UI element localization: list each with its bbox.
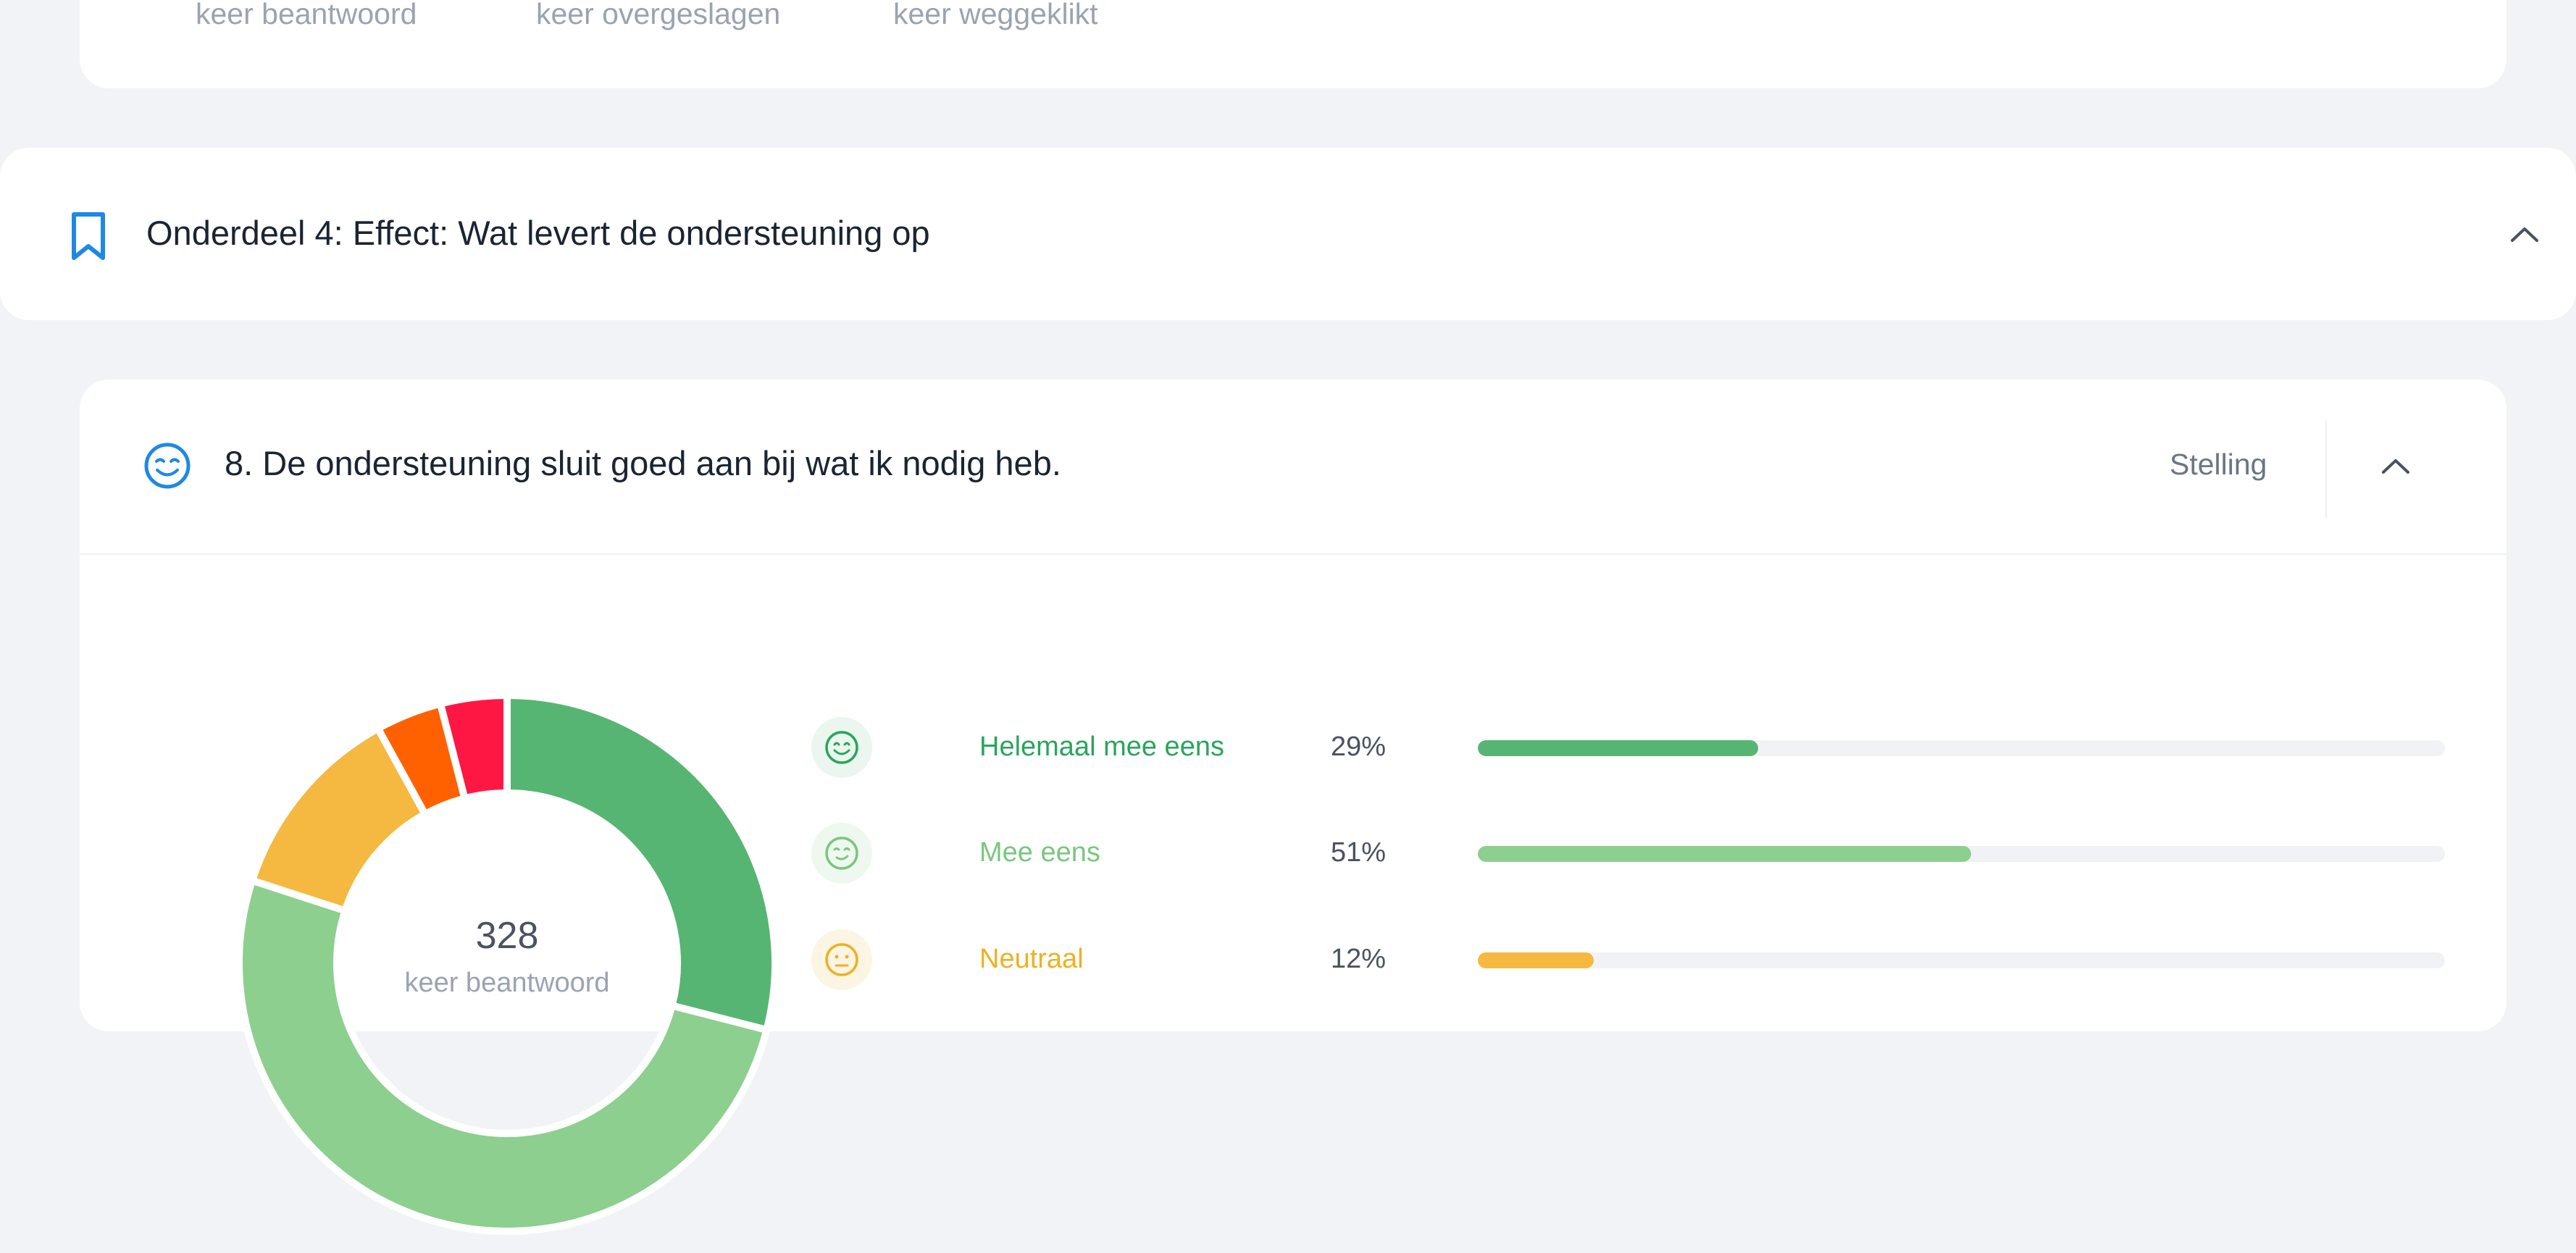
section-title: Onderdeel 4: Effect: Wat levert de onder… <box>146 214 930 252</box>
answer-bar-fill <box>1478 846 1971 862</box>
answer-bar-track <box>1478 952 2445 968</box>
answer-row: Neutraal 12% <box>811 929 2449 994</box>
chevron-up-icon[interactable] <box>2508 223 2541 245</box>
answer-row: Mee eens 51% <box>811 823 2449 888</box>
donut-center-label: keer beantwoord <box>404 968 610 998</box>
answer-label: Neutraal <box>979 944 1084 974</box>
answer-label: Helemaal mee eens <box>979 732 1224 762</box>
happy-face-icon <box>825 837 858 870</box>
stat-dismissed-label: keer weggeklikt <box>893 0 1098 30</box>
smiley-icon <box>142 440 193 491</box>
question-type-label: Stelling <box>2170 448 2267 481</box>
neutral-face-icon <box>825 943 858 976</box>
answer-bar-fill <box>1478 740 1759 756</box>
donut-center-value: 328 <box>475 915 539 957</box>
answer-percent: 12% <box>1331 944 1387 974</box>
answer-label: Mee eens <box>979 837 1100 868</box>
question-header-divider <box>80 553 2506 555</box>
question-title: 8. De ondersteuning sluit goed aan bij w… <box>225 444 1061 482</box>
answer-percent: 29% <box>1331 732 1387 762</box>
donut-chart <box>235 691 779 1235</box>
very-happy-face-icon <box>825 731 858 764</box>
summary-card: keer beantwoord keer overgeslagen keer w… <box>80 0 2506 88</box>
answer-icon-bg <box>811 823 872 884</box>
chevron-up-icon[interactable] <box>2379 455 2412 477</box>
answer-bar-track <box>1478 846 2445 862</box>
answer-percent: 51% <box>1331 837 1387 868</box>
header-divider <box>2325 420 2327 519</box>
answer-bar-fill <box>1478 952 1594 968</box>
answer-icon-bg <box>811 929 872 990</box>
answer-row: Helemaal mee eens 29% <box>811 717 2449 782</box>
stat-skipped-label: keer overgeslagen <box>536 0 781 30</box>
bookmark-icon <box>67 210 110 262</box>
answer-bar-track <box>1478 740 2445 756</box>
stat-answered-label: keer beantwoord <box>196 0 417 30</box>
section-header[interactable]: Onderdeel 4: Effect: Wat levert de onder… <box>0 148 2576 320</box>
answer-icon-bg <box>811 717 872 778</box>
